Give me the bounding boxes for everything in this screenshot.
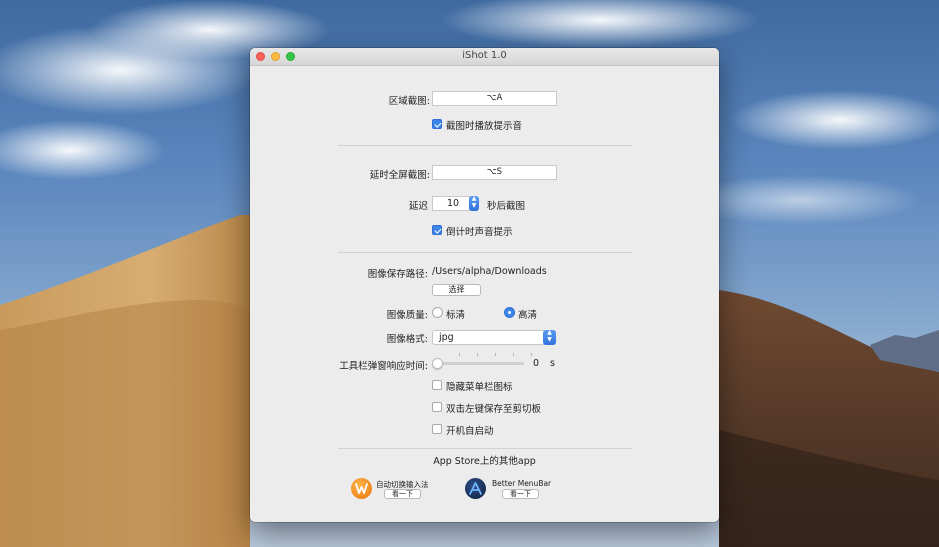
countdown-sound-checkbox[interactable] <box>432 225 442 235</box>
delayed-capture-label: 延时全屏截图: <box>369 170 430 181</box>
select-arrows-icon[interactable]: ▲ ▼ <box>543 329 556 345</box>
quality-high-label: 高清 <box>518 310 538 321</box>
quality-standard-label: 标清 <box>446 310 466 321</box>
quality-label: 图像质量: <box>386 310 428 321</box>
slider-knob[interactable] <box>432 358 443 369</box>
slider-tick <box>477 353 478 356</box>
toolbar-delay-unit: s <box>550 358 555 369</box>
delay-seconds-field[interactable]: 10 <box>432 196 470 211</box>
toolbar-delay-label: 工具栏弹窗响应时间: <box>339 361 428 372</box>
quality-high-radio[interactable] <box>504 307 515 318</box>
section-divider <box>338 252 632 253</box>
slider-tick <box>495 353 496 356</box>
quality-standard-radio[interactable] <box>432 307 443 318</box>
launch-at-login-checkbox[interactable] <box>432 424 442 434</box>
delay-suffix-label: 秒后截图 <box>487 201 526 212</box>
section-divider <box>338 448 632 449</box>
countdown-sound-label: 倒计时声音提示 <box>446 227 513 238</box>
section-divider <box>338 145 632 146</box>
hide-menubar-icon-checkbox[interactable] <box>432 380 442 390</box>
toolbar-delay-value: 0 <box>533 358 540 369</box>
delay-stepper[interactable]: ▲ ▼ <box>469 195 479 211</box>
input-switch-icon[interactable] <box>351 478 372 499</box>
title-bar[interactable]: iShot 1.0 <box>250 48 719 66</box>
slider-track[interactable] <box>436 362 524 365</box>
slider-tick <box>459 353 460 356</box>
better-menubar-icon[interactable] <box>465 478 486 499</box>
play-sound-checkbox[interactable] <box>432 119 442 129</box>
ishot-preferences-window: iShot 1.0 区域截图: ⌥A 截图时播放提示音 延时全屏截图: ⌥S 延… <box>250 48 719 522</box>
choose-folder-button[interactable]: 选择 <box>432 284 481 296</box>
view-better-menubar-button[interactable]: 看一下 <box>502 489 539 499</box>
window-title: iShot 1.0 <box>462 50 507 61</box>
format-selected-value: jpg <box>439 332 454 343</box>
view-input-switch-button[interactable]: 看一下 <box>384 489 421 499</box>
other-apps-heading: App Store上的其他app <box>433 456 536 467</box>
region-capture-label: 区域截图: <box>388 96 430 107</box>
format-label: 图像格式: <box>386 334 428 345</box>
save-path-value: /Users/alpha/Downloads <box>432 266 547 277</box>
play-sound-label: 截图时播放提示音 <box>446 121 523 132</box>
region-capture-shortcut-field[interactable]: ⌥A <box>432 91 557 106</box>
format-select[interactable]: jpg ▲ ▼ <box>432 329 556 345</box>
delayed-capture-shortcut-field[interactable]: ⌥S <box>432 165 557 180</box>
slider-tick <box>513 353 514 356</box>
save-path-label: 图像保存路径: <box>367 269 428 280</box>
slider-tick <box>531 353 532 356</box>
double-click-copy-checkbox[interactable] <box>432 402 442 412</box>
stepper-down-icon[interactable]: ▼ <box>469 202 479 210</box>
app-name-better-menubar: Better MenuBar <box>492 479 552 488</box>
delay-prefix-label: 延迟 <box>408 201 428 212</box>
double-click-copy-label: 双击左键保存至剪切板 <box>446 404 542 415</box>
launch-at-login-label: 开机自启动 <box>446 426 494 437</box>
hide-menubar-icon-label: 隐藏菜单栏图标 <box>446 382 513 393</box>
